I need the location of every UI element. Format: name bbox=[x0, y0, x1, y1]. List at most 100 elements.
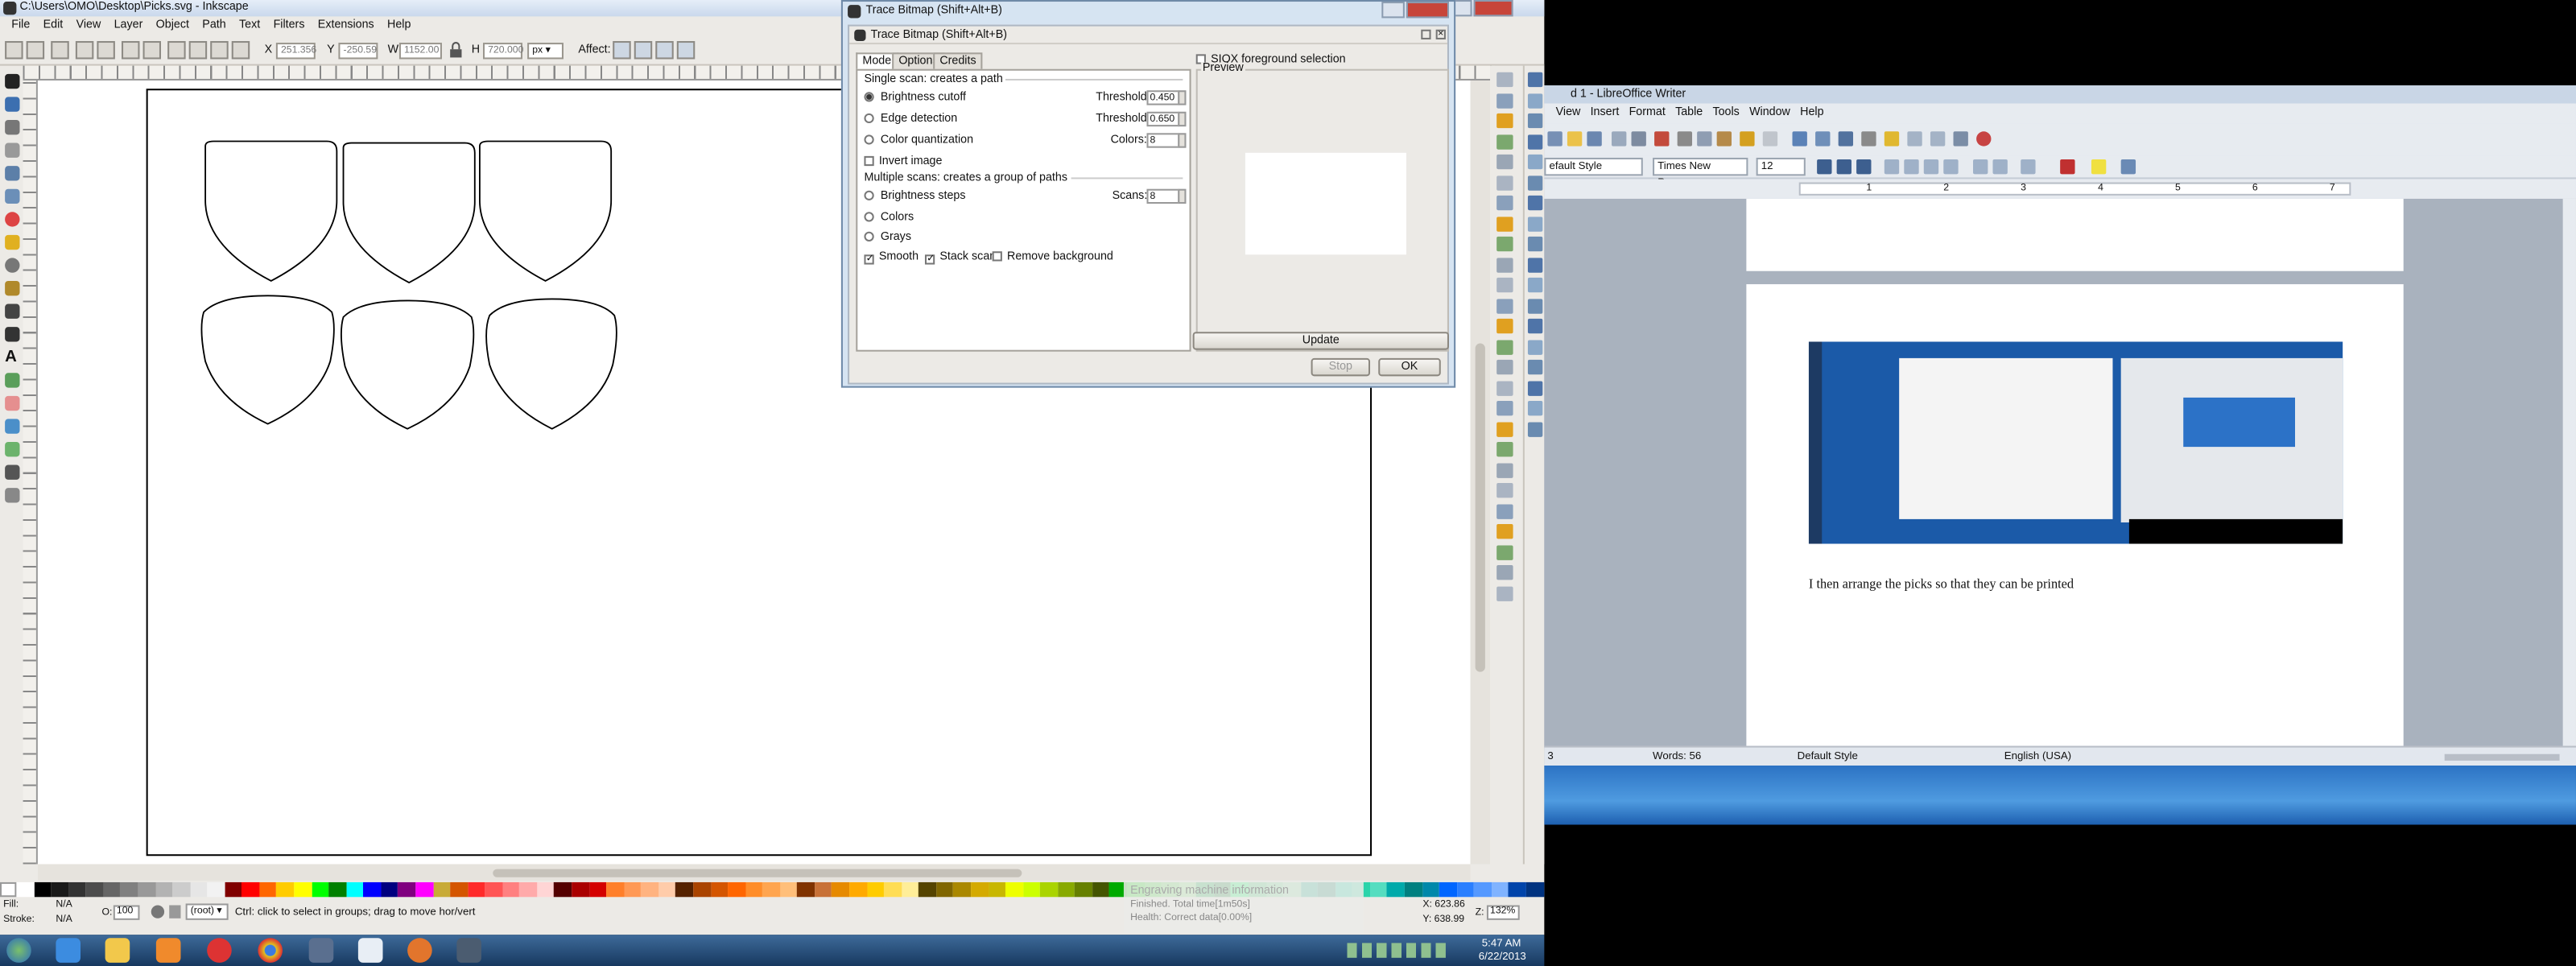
writer-document-area[interactable]: I then arrange the picks so that they ca… bbox=[1544, 198, 2576, 749]
grays-radio[interactable] bbox=[864, 231, 874, 242]
pick-shape[interactable] bbox=[485, 298, 617, 430]
color-swatch[interactable] bbox=[415, 881, 433, 898]
command-icon[interactable] bbox=[1496, 585, 1513, 601]
command-icon[interactable] bbox=[1496, 359, 1513, 375]
chart-icon[interactable] bbox=[1861, 131, 1876, 147]
color-swatch[interactable] bbox=[467, 881, 485, 898]
command-icon[interactable] bbox=[1496, 216, 1513, 231]
snap-icon[interactable] bbox=[1527, 72, 1543, 88]
document-page-previous[interactable] bbox=[1746, 198, 2404, 271]
command-icon[interactable] bbox=[1496, 175, 1513, 190]
snap-icon[interactable] bbox=[1527, 421, 1543, 436]
color-swatch[interactable] bbox=[1439, 881, 1457, 898]
colors-spinner[interactable] bbox=[1178, 133, 1187, 148]
color-swatch[interactable] bbox=[242, 881, 260, 898]
snap-icon[interactable] bbox=[1527, 298, 1543, 313]
internet-explorer-icon[interactable] bbox=[56, 938, 80, 963]
snap-icon[interactable] bbox=[1527, 257, 1543, 272]
ok-button[interactable]: OK bbox=[1378, 357, 1441, 377]
media-player-icon[interactable] bbox=[155, 938, 181, 963]
color-swatch[interactable] bbox=[432, 881, 451, 898]
snap-icon[interactable] bbox=[1527, 380, 1543, 395]
opacity-field[interactable]: 100 bbox=[113, 905, 140, 920]
color-swatch[interactable] bbox=[502, 881, 520, 898]
color-swatch[interactable] bbox=[189, 881, 208, 898]
snap-icon[interactable] bbox=[1527, 339, 1543, 354]
command-icon[interactable] bbox=[1496, 134, 1513, 149]
color-swatch[interactable] bbox=[658, 881, 676, 898]
font-size-select[interactable]: 12 bbox=[1756, 157, 1806, 176]
font-color-icon[interactable] bbox=[2060, 159, 2075, 175]
color-swatch[interactable] bbox=[1369, 881, 1388, 898]
color-swatch[interactable] bbox=[155, 881, 173, 898]
snap-icon[interactable] bbox=[1527, 113, 1543, 129]
scans-spinner[interactable] bbox=[1178, 188, 1187, 204]
underline-icon[interactable] bbox=[1856, 159, 1872, 175]
snap-icon[interactable] bbox=[1527, 216, 1543, 231]
color-swatch[interactable] bbox=[1005, 881, 1023, 898]
firefox-icon[interactable] bbox=[407, 938, 432, 963]
start-button-icon[interactable] bbox=[6, 938, 31, 963]
color-swatch[interactable] bbox=[1022, 881, 1041, 898]
writer-menu-view[interactable]: View bbox=[1551, 104, 1586, 123]
command-icon[interactable] bbox=[1496, 113, 1513, 129]
redo-icon[interactable] bbox=[1762, 131, 1778, 147]
command-icon[interactable] bbox=[1496, 565, 1513, 580]
color-quantization-radio[interactable] bbox=[864, 134, 874, 145]
dialog-minimize-button[interactable] bbox=[1381, 2, 1405, 19]
command-icon[interactable] bbox=[1496, 195, 1513, 211]
paste-icon[interactable] bbox=[1716, 131, 1732, 147]
close-button[interactable] bbox=[1473, 0, 1513, 17]
command-icon[interactable] bbox=[1496, 482, 1513, 498]
color-swatch[interactable] bbox=[138, 881, 155, 898]
engraving-notification[interactable]: Engraving machine information Finished. … bbox=[1123, 880, 1364, 934]
color-swatch[interactable] bbox=[675, 881, 694, 898]
color-swatch[interactable] bbox=[1456, 881, 1475, 898]
file-explorer-icon[interactable] bbox=[105, 938, 130, 963]
writer-menu-window[interactable]: Window bbox=[1744, 104, 1795, 123]
snap-icon[interactable] bbox=[1527, 195, 1543, 211]
invert-image-option[interactable]: Invert image bbox=[864, 155, 942, 169]
color-swatch[interactable] bbox=[51, 881, 69, 898]
snap-icon[interactable] bbox=[1527, 359, 1543, 375]
color-swatch[interactable] bbox=[606, 881, 624, 898]
paragraph-style-select[interactable]: efault Style bbox=[1544, 157, 1643, 176]
color-swatch[interactable] bbox=[363, 881, 382, 898]
pick-shape[interactable] bbox=[200, 295, 335, 425]
command-icon[interactable] bbox=[1496, 380, 1513, 395]
color-swatch[interactable] bbox=[519, 881, 538, 898]
snap-icon[interactable] bbox=[1527, 318, 1543, 334]
color-swatch[interactable] bbox=[1057, 881, 1075, 898]
zoom-slider[interactable] bbox=[2444, 753, 2560, 761]
color-swatch[interactable] bbox=[398, 881, 416, 898]
writer-menu-insert[interactable]: Insert bbox=[1585, 104, 1624, 123]
background-color-icon[interactable] bbox=[2120, 159, 2136, 175]
tab-credits[interactable]: Credits bbox=[933, 52, 983, 71]
color-swatch[interactable] bbox=[849, 881, 867, 898]
color-swatch[interactable] bbox=[779, 881, 798, 898]
pick-shape[interactable] bbox=[341, 299, 475, 430]
color-swatch[interactable] bbox=[988, 881, 1006, 898]
threshold-field-1[interactable]: 0.450 bbox=[1146, 90, 1180, 105]
indent-icon[interactable] bbox=[2021, 159, 2036, 175]
color-swatch[interactable] bbox=[572, 881, 589, 898]
inkscape-taskbar-icon[interactable] bbox=[456, 938, 481, 963]
color-swatch[interactable] bbox=[103, 881, 121, 898]
color-swatch[interactable] bbox=[884, 881, 902, 898]
invert-image-checkbox[interactable] bbox=[864, 155, 874, 167]
command-icon[interactable] bbox=[1496, 257, 1513, 272]
stack-scans-option[interactable]: ✓ Stack scans bbox=[924, 250, 1001, 265]
canvas-horizontal-scrollbar[interactable] bbox=[37, 864, 1471, 881]
colors-field[interactable]: 8 bbox=[1146, 133, 1180, 148]
color-swatch[interactable] bbox=[935, 881, 954, 898]
color-swatch[interactable] bbox=[276, 881, 295, 898]
writer-menu-tools[interactable]: Tools bbox=[1707, 104, 1744, 123]
color-swatch[interactable] bbox=[1525, 881, 1544, 898]
color-swatch[interactable] bbox=[554, 881, 572, 898]
undo-icon[interactable] bbox=[1740, 131, 1755, 147]
color-swatch[interactable] bbox=[450, 881, 468, 898]
snap-icon[interactable] bbox=[1527, 93, 1543, 108]
color-swatch[interactable] bbox=[762, 881, 780, 898]
writer-vertical-scrollbar[interactable] bbox=[2562, 198, 2576, 749]
writer-menu-table[interactable]: Table bbox=[1670, 104, 1707, 123]
